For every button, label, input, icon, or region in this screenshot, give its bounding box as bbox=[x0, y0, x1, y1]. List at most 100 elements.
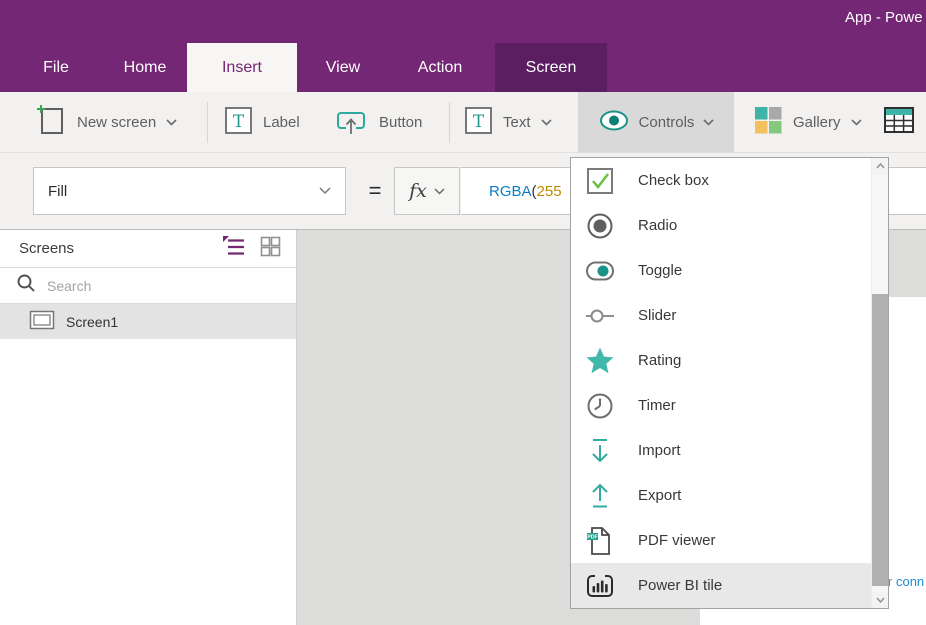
svg-text:T: T bbox=[473, 112, 485, 132]
menu-item-label: Check box bbox=[638, 172, 709, 189]
scroll-down-button[interactable] bbox=[872, 592, 888, 608]
controls-button-label: Controls bbox=[639, 114, 695, 131]
toggle-icon bbox=[584, 255, 616, 287]
property-select[interactable]: Fill bbox=[33, 167, 346, 215]
new-screen-label: New screen bbox=[77, 114, 156, 131]
formula-token-number: 255 bbox=[537, 183, 562, 200]
pdf-viewer-icon: PDF bbox=[584, 525, 616, 557]
text-button[interactable]: T Text bbox=[464, 92, 552, 152]
property-select-value: Fill bbox=[48, 183, 67, 200]
screens-search bbox=[0, 268, 296, 304]
screens-panel-title: Screens bbox=[19, 240, 74, 257]
menu-item-label: PDF viewer bbox=[638, 532, 716, 549]
chevron-down-icon bbox=[851, 119, 862, 126]
dropdown-scrollbar[interactable] bbox=[871, 158, 888, 608]
svg-text:T: T bbox=[233, 112, 245, 132]
toolbar-separator bbox=[207, 102, 208, 143]
menu-item-timer[interactable]: Timer bbox=[571, 383, 888, 428]
formula-token-function: RGBA bbox=[489, 183, 532, 200]
import-icon bbox=[584, 435, 616, 467]
fx-button[interactable]: fx bbox=[394, 167, 460, 215]
chevron-down-icon bbox=[434, 188, 445, 195]
data-table-button[interactable] bbox=[882, 92, 916, 152]
menu-item-label: Slider bbox=[638, 307, 676, 324]
text-icon: T bbox=[464, 106, 493, 139]
button-button[interactable]: Button bbox=[333, 92, 422, 152]
rating-icon bbox=[584, 345, 616, 377]
screens-panel-header: Screens bbox=[0, 230, 296, 268]
tab-action-label: Action bbox=[418, 59, 462, 77]
button-icon bbox=[333, 105, 369, 140]
title-bar: App - Powe File Home Insert View Action … bbox=[0, 0, 926, 92]
chevron-down-icon bbox=[541, 119, 552, 126]
button-button-label: Button bbox=[379, 114, 422, 131]
data-table-icon bbox=[882, 103, 916, 141]
tab-file-label: File bbox=[43, 59, 69, 77]
insert-toolbar: New screen T Label Button T Text Control… bbox=[0, 92, 926, 153]
menu-item-label: Export bbox=[638, 487, 681, 504]
scroll-up-button[interactable] bbox=[872, 158, 888, 174]
gallery-button[interactable]: Gallery bbox=[753, 92, 862, 152]
app-title: App - Powe bbox=[845, 9, 923, 26]
gallery-icon bbox=[753, 105, 783, 139]
menu-item-label: Power BI tile bbox=[638, 577, 722, 594]
menu-item-label: Rating bbox=[638, 352, 681, 369]
tree-view-icon[interactable] bbox=[221, 234, 246, 263]
text-button-label: Text bbox=[503, 114, 531, 131]
checkbox-icon bbox=[584, 165, 616, 197]
gallery-button-label: Gallery bbox=[793, 114, 841, 131]
menu-item-label: Import bbox=[638, 442, 681, 459]
tab-action[interactable]: Action bbox=[402, 43, 478, 92]
timer-icon bbox=[584, 390, 616, 422]
fx-label: fx bbox=[409, 180, 427, 202]
tab-insert-label: Insert bbox=[222, 59, 262, 77]
search-input[interactable] bbox=[47, 278, 280, 294]
connect-data-link[interactable]: conn bbox=[896, 574, 924, 589]
controls-dropdown-menu: Check box Radio Toggle Slider Rating Tim… bbox=[570, 157, 889, 609]
menu-item-import[interactable]: Import bbox=[571, 428, 888, 473]
menu-item-label: Timer bbox=[638, 397, 676, 414]
power-bi-tile-icon bbox=[584, 570, 616, 602]
svg-text:PDF: PDF bbox=[587, 534, 597, 540]
menu-item-export[interactable]: Export bbox=[571, 473, 888, 518]
tab-insert[interactable]: Insert bbox=[187, 43, 297, 92]
controls-icon bbox=[598, 108, 630, 137]
label-button-label: Label bbox=[263, 114, 300, 131]
radio-icon bbox=[584, 210, 616, 242]
menu-item-check-box[interactable]: Check box bbox=[571, 158, 888, 203]
new-screen-icon bbox=[33, 103, 67, 141]
scrollbar-thumb[interactable] bbox=[872, 294, 888, 586]
screen-thumbnail-icon bbox=[29, 310, 55, 333]
thumbnail-view-icon[interactable] bbox=[259, 235, 282, 262]
search-icon bbox=[16, 273, 36, 298]
menu-item-radio[interactable]: Radio bbox=[571, 203, 888, 248]
tab-view[interactable]: View bbox=[312, 43, 374, 92]
menu-item-power-bi-tile[interactable]: Power BI tile bbox=[571, 563, 888, 608]
tab-screen-label: Screen bbox=[526, 59, 577, 77]
tab-screen[interactable]: Screen bbox=[495, 43, 607, 92]
menu-item-rating[interactable]: Rating bbox=[571, 338, 888, 383]
tab-home[interactable]: Home bbox=[110, 43, 180, 92]
tab-view-label: View bbox=[326, 59, 360, 77]
controls-button[interactable]: Controls bbox=[578, 92, 734, 152]
menu-item-slider[interactable]: Slider bbox=[571, 293, 888, 338]
chevron-down-icon bbox=[166, 119, 177, 126]
label-icon: T bbox=[224, 106, 253, 139]
toolbar-separator bbox=[449, 102, 450, 143]
screens-panel: Screens Screen1 bbox=[0, 230, 297, 625]
equals-sign: = bbox=[360, 167, 390, 215]
screen-list-item[interactable]: Screen1 bbox=[0, 304, 296, 339]
menu-item-label: Toggle bbox=[638, 262, 682, 279]
new-screen-button[interactable]: New screen bbox=[33, 92, 177, 152]
tab-home-label: Home bbox=[124, 59, 167, 77]
export-icon bbox=[584, 480, 616, 512]
screen-item-label: Screen1 bbox=[66, 314, 118, 330]
label-button[interactable]: T Label bbox=[224, 92, 300, 152]
menu-item-pdf-viewer[interactable]: PDF PDF viewer bbox=[571, 518, 888, 563]
chevron-down-icon bbox=[703, 119, 714, 126]
connect-data-partial-text: r conn bbox=[888, 574, 924, 589]
slider-icon bbox=[584, 300, 616, 332]
menu-item-toggle[interactable]: Toggle bbox=[571, 248, 888, 293]
chevron-down-icon bbox=[319, 187, 331, 195]
tab-file[interactable]: File bbox=[28, 43, 84, 92]
